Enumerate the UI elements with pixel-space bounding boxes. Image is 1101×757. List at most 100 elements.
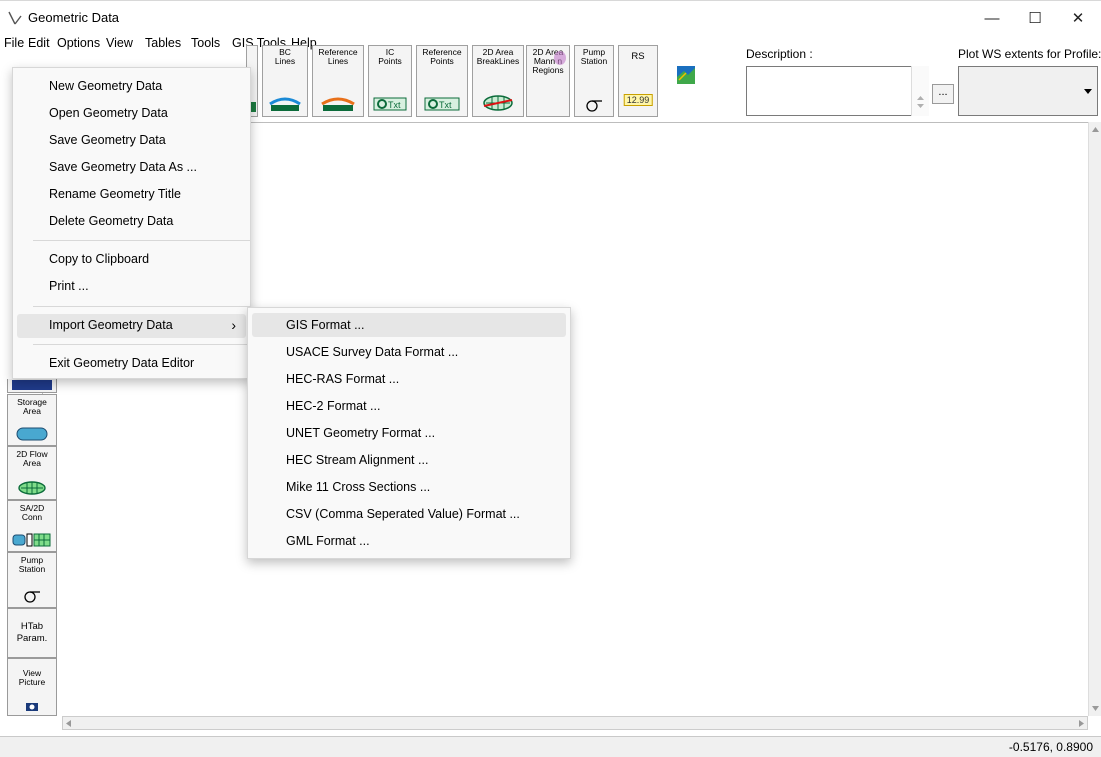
description-input[interactable] xyxy=(746,66,929,116)
menu-item-label: Import Geometry Data xyxy=(49,318,173,332)
menu-save-geometry-data[interactable]: Save Geometry Data xyxy=(13,129,250,153)
sa-2d-conn-icon xyxy=(12,533,51,547)
ic-points-icon: Txt xyxy=(373,97,407,111)
menu-new-geometry-data[interactable]: New Geometry Data xyxy=(13,75,250,99)
pump-icon xyxy=(586,100,602,112)
submenu-hec-2-format[interactable]: HEC-2 Format ... xyxy=(252,394,566,418)
toolbar-2d-breaklines[interactable]: 2D Area BreakLines xyxy=(472,45,524,117)
toolbar-bc-lines[interactable]: BC Lines xyxy=(262,45,308,117)
flow-area-icon xyxy=(18,481,46,495)
toolbar-reference-lines[interactable]: Reference Lines xyxy=(312,45,364,117)
horizontal-scrollbar[interactable] xyxy=(62,716,1088,730)
submenu-usace-survey[interactable]: USACE Survey Data Format ... xyxy=(252,340,566,364)
menu-print[interactable]: Print ... xyxy=(13,275,250,299)
svg-text:Txt: Txt xyxy=(388,100,401,110)
menu-view[interactable]: View xyxy=(106,36,133,50)
storage-partial-icon xyxy=(12,380,52,390)
toolbar-label: BC Lines xyxy=(274,47,296,66)
left-tool-label: SA/2D Conn xyxy=(19,503,45,522)
left-tool-label: HTab Param. xyxy=(16,621,48,644)
menu-tables[interactable]: Tables xyxy=(145,36,181,50)
left-tool-partial[interactable] xyxy=(7,379,57,393)
left-tool-sa-2d-conn[interactable]: SA/2D Conn xyxy=(7,500,57,552)
submenu-arrow-icon: › xyxy=(231,317,236,333)
toolbar-label: Reference Lines xyxy=(318,47,358,66)
menu-exit-geometry-data-editor[interactable]: Exit Geometry Data Editor xyxy=(13,352,250,376)
spin-icon xyxy=(917,96,924,108)
menu-item-label: New Geometry Data xyxy=(49,79,163,93)
submenu-csv-format[interactable]: CSV (Comma Seperated Value) Format ... xyxy=(252,502,566,526)
title-bar: Geometric Data — ☐ ✕ xyxy=(0,0,1101,35)
left-tool-2d-flow-area[interactable]: 2D Flow Area xyxy=(7,446,57,500)
menu-item-label: GIS Format ... xyxy=(286,318,365,332)
toolbar-ic-points[interactable]: IC Points Txt xyxy=(368,45,412,117)
scroll-left-icon xyxy=(66,720,71,727)
left-tool-htab-param[interactable]: HTab Param. xyxy=(7,608,57,658)
app-icon xyxy=(8,11,22,25)
menu-separator xyxy=(33,344,251,345)
vertical-scrollbar[interactable] xyxy=(1088,122,1101,716)
toolbar-pump-station[interactable]: Pump Station xyxy=(574,45,614,117)
file-menu: New Geometry Data Open Geometry Data Sav… xyxy=(12,67,251,379)
menu-separator xyxy=(33,306,251,307)
menu-edit[interactable]: Edit xyxy=(28,36,50,50)
menu-item-label: UNET Geometry Format ... xyxy=(286,426,436,440)
submenu-gis-format[interactable]: GIS Format ... xyxy=(252,313,566,337)
description-more-button[interactable]: ... xyxy=(932,84,954,104)
menu-copy-to-clipboard[interactable]: Copy to Clipboard xyxy=(13,248,250,272)
plot-ws-select[interactable] xyxy=(958,66,1098,116)
left-tool-pump-station[interactable]: Pump Station xyxy=(7,552,57,608)
submenu-mike-11[interactable]: Mike 11 Cross Sections ... xyxy=(252,475,566,499)
menu-item-label: GML Format ... xyxy=(286,534,370,548)
left-tool-label: Pump Station xyxy=(18,555,46,574)
menu-save-geometry-data-as[interactable]: Save Geometry Data As ... xyxy=(13,156,250,180)
svg-text:Txt: Txt xyxy=(439,100,452,110)
toolbar-label: 2D Area BreakLines xyxy=(476,47,520,66)
close-button[interactable]: ✕ xyxy=(1055,1,1101,35)
toolbar-2d-mann-regions[interactable]: 2D Area Mann n Regions xyxy=(526,45,570,117)
chevron-down-icon xyxy=(1084,89,1092,94)
menu-item-label: Copy to Clipboard xyxy=(49,252,150,266)
toolbar-label: Reference Points xyxy=(422,47,462,66)
description-spinner[interactable] xyxy=(911,66,929,116)
menu-delete-geometry-data[interactable]: Delete Geometry Data xyxy=(13,210,250,234)
toolbar-label: IC Points xyxy=(378,47,402,66)
menu-separator xyxy=(33,240,251,241)
menu-file[interactable]: File xyxy=(4,36,24,50)
menu-item-label: Exit Geometry Data Editor xyxy=(49,356,195,370)
maximize-button[interactable]: ☐ xyxy=(1012,1,1058,35)
menu-item-label: Print ... xyxy=(49,279,89,293)
toolbar-map[interactable] xyxy=(664,59,708,99)
breaklines-icon xyxy=(483,95,513,111)
submenu-hec-ras-format[interactable]: HEC-RAS Format ... xyxy=(252,367,566,391)
menu-item-label: Delete Geometry Data xyxy=(49,214,174,228)
minimize-button[interactable]: — xyxy=(969,1,1015,35)
left-tool-label: 2D Flow Area xyxy=(16,449,48,468)
rs-tag: 12.99 xyxy=(623,94,653,106)
submenu-unet-geometry[interactable]: UNET Geometry Format ... xyxy=(252,421,566,445)
left-tool-storage-area[interactable]: Storage Area xyxy=(7,394,57,446)
menu-options[interactable]: Options xyxy=(57,36,100,50)
menu-tools[interactable]: Tools xyxy=(191,36,220,50)
menu-open-geometry-data[interactable]: Open Geometry Data xyxy=(13,102,250,126)
submenu-gml-format[interactable]: GML Format ... xyxy=(252,529,566,553)
menu-item-label: Open Geometry Data xyxy=(49,106,168,120)
submenu-hec-stream-alignment[interactable]: HEC Stream Alignment ... xyxy=(252,448,566,472)
map-icon xyxy=(677,66,695,84)
left-tool-view-picture[interactable]: View Picture xyxy=(7,658,57,716)
menu-rename-geometry-title[interactable]: Rename Geometry Title xyxy=(13,183,250,207)
plot-ws-label: Plot WS extents for Profile: xyxy=(958,47,1101,61)
menu-item-label: Mike 11 Cross Sections ... xyxy=(286,480,431,494)
status-bar: -0.5176, 0.8900 xyxy=(0,736,1101,757)
import-submenu: GIS Format ... USACE Survey Data Format … xyxy=(247,307,571,559)
menu-item-label: CSV (Comma Seperated Value) Format ... xyxy=(286,507,520,521)
toolbar-reference-points[interactable]: Reference Points Txt xyxy=(416,45,468,117)
menu-item-label: Save Geometry Data As ... xyxy=(49,160,197,174)
menu-import-geometry-data[interactable]: Import Geometry Data › xyxy=(17,314,246,338)
description-label: Description : xyxy=(746,47,813,61)
window-title: Geometric Data xyxy=(28,10,120,25)
toolbar-label: RS xyxy=(631,51,645,62)
menu-item-label: Save Geometry Data xyxy=(49,133,166,147)
toolbar-rs[interactable]: RS 12.99 xyxy=(618,45,658,117)
left-tool-label: Storage Area xyxy=(17,397,47,416)
